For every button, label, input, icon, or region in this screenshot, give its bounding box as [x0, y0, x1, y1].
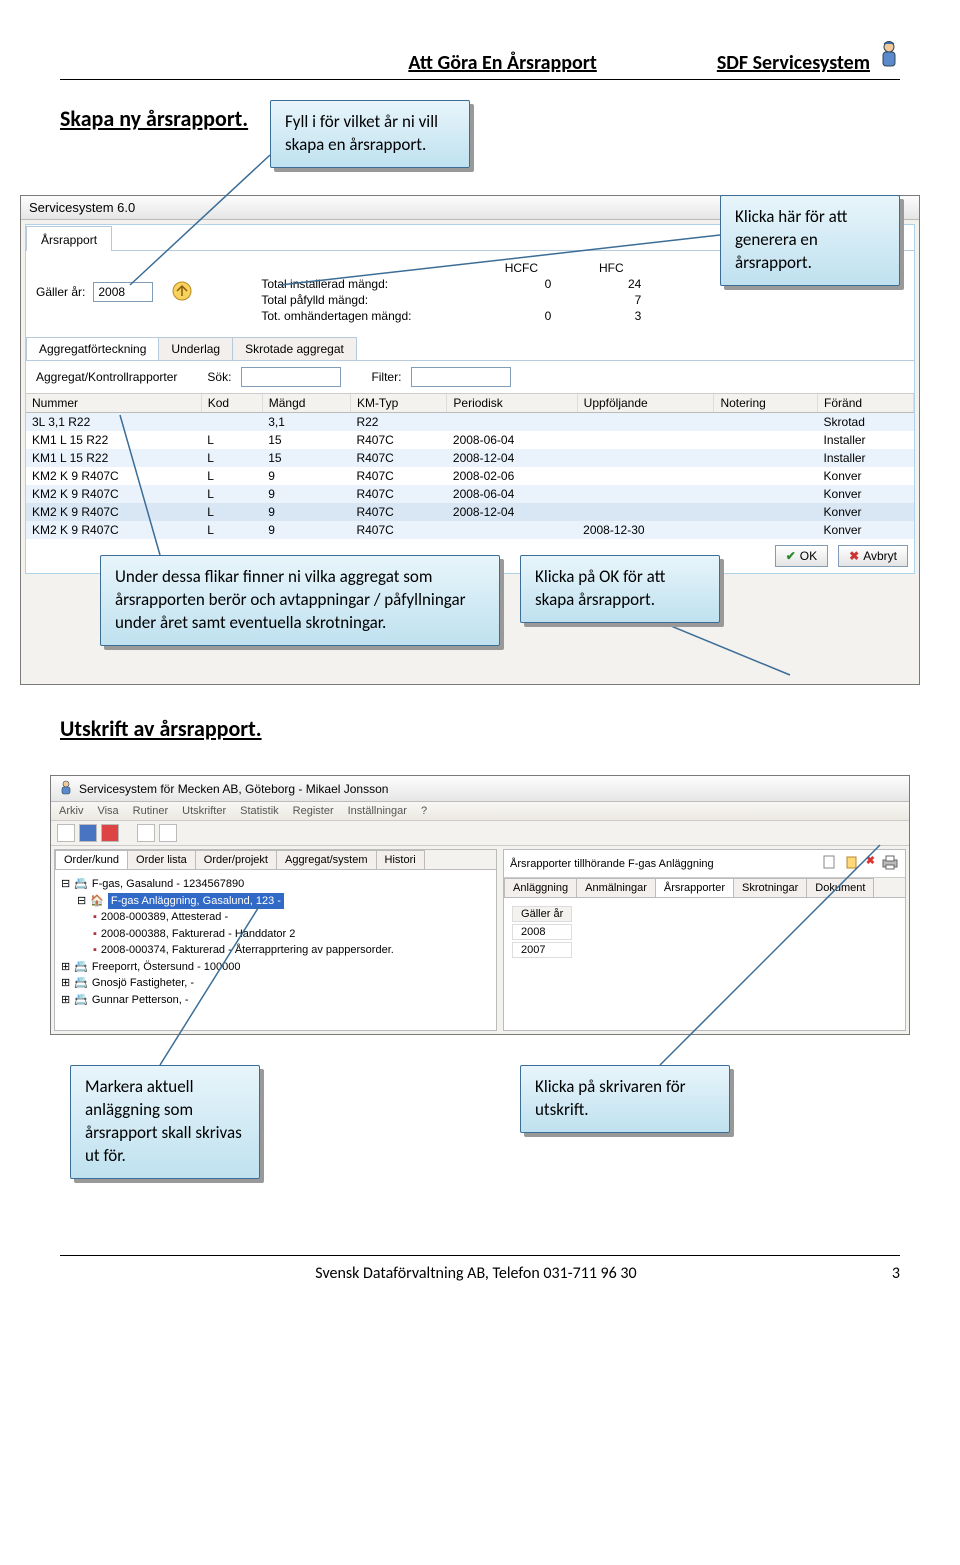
expand-icon[interactable]: ⊞	[61, 992, 70, 1009]
menu-item[interactable]: Arkiv	[59, 805, 83, 817]
table-row[interactable]: KM2 K 9 R407CL9R407C2008-12-04Konver	[26, 503, 914, 521]
search-label: Sök:	[207, 370, 231, 384]
header-title-right: SDF Servicesystem	[717, 51, 870, 75]
tool-icon-1[interactable]	[137, 824, 155, 842]
menu-item[interactable]: Utskrifter	[182, 805, 226, 817]
left-pane-tab[interactable]: Histori	[376, 850, 425, 869]
year-input[interactable]	[93, 282, 153, 302]
page-footer: Svensk Dataförvaltning AB, Telefon 031-7…	[60, 1255, 900, 1283]
menu-bar[interactable]: Arkiv Visa Rutiner Utskrifter Statistik Regis…	[51, 802, 909, 821]
menu-item[interactable]: Inställningar	[348, 805, 407, 817]
menu-item[interactable]: Rutiner	[133, 805, 168, 817]
new-icon[interactable]	[57, 824, 75, 842]
column-header[interactable]: Nummer	[26, 394, 201, 413]
page-header: Att Göra En Årsrapport SDF Servicesystem	[60, 40, 900, 80]
worker-icon	[878, 40, 900, 75]
tool-icon-2[interactable]	[159, 824, 177, 842]
right-pane-title: Årsrapporter tillhörande F-gas Anläggnin…	[510, 858, 714, 870]
search-input[interactable]	[241, 367, 341, 387]
folder-icon: 📇	[74, 959, 88, 976]
callout-mark-facility: Markera aktuell anläggning som årsrappor…	[70, 1065, 260, 1179]
table-row[interactable]: 3L 3,1 R223,1R22Skrotad	[26, 413, 914, 432]
header-title-left: Att Göra En Årsrapport	[408, 51, 597, 75]
tree-selected[interactable]: F-gas Anläggning, Gasalund, 123 -	[108, 893, 284, 910]
delete-icon[interactable]	[101, 824, 119, 842]
footer-text: Svensk Dataförvaltning AB, Telefon 031-7…	[315, 1264, 636, 1283]
right-pane-tab[interactable]: Anläggning	[504, 878, 577, 897]
table-row[interactable]: KM2 K 9 R407CL9R407C2008-12-30Konver	[26, 521, 914, 539]
cancel-button[interactable]: Avbryt	[838, 545, 908, 567]
subtab-aggregat[interactable]: Aggregatförteckning	[26, 337, 159, 360]
folder-icon: 📇	[74, 992, 88, 1009]
stats-grid: HCFC HFC Total installerad mängd: 0 24 T…	[261, 261, 641, 323]
folder-icon: 📇	[74, 876, 88, 893]
table-row[interactable]: KM2 K 9 R407CL9R407C2008-06-04Konver	[26, 485, 914, 503]
callout-generate: Klicka här för att generera en årsrappor…	[720, 195, 900, 286]
callout-tabs-info: Under dessa flikar finner ni vilka aggre…	[100, 555, 500, 646]
menu-item[interactable]: Statistik	[240, 805, 279, 817]
callout-fill-year: Fyll i för vilket år ni vill skapa en år…	[270, 100, 470, 168]
year-label: Gäller år:	[36, 285, 85, 299]
right-pane-tab[interactable]: Anmälningar	[576, 878, 656, 897]
table-row[interactable]: KM1 L 15 R22L15R407C2008-06-04Installer	[26, 431, 914, 449]
tab-arsrapport[interactable]: Årsrapport	[26, 226, 112, 251]
delete-icon-red[interactable]: ✖	[866, 854, 875, 873]
column-header[interactable]: Notering	[714, 394, 818, 413]
app-window-main: Servicesystem för Mecken AB, Göteborg - …	[50, 775, 910, 1035]
column-header[interactable]: Föränd	[818, 394, 914, 413]
building-icon: 🏠	[90, 893, 104, 910]
subtab-skrotade[interactable]: Skrotade aggregat	[232, 337, 357, 360]
right-pane-tab[interactable]: Dokument	[806, 878, 874, 897]
menu-item[interactable]: Register	[293, 805, 334, 817]
table-row[interactable]: KM1 L 15 R22L15R407C2008-12-04Installer	[26, 449, 914, 467]
column-header[interactable]: Mängd	[262, 394, 350, 413]
column-header[interactable]: Periodisk	[447, 394, 577, 413]
worker-icon-small	[59, 779, 73, 798]
left-pane-tab[interactable]: Aggregat/system	[276, 850, 377, 869]
section-title-print: Utskrift av årsrapport.	[60, 715, 900, 742]
menu-item[interactable]: ?	[421, 805, 427, 817]
subtab-underlag[interactable]: Underlag	[158, 337, 233, 360]
aggregat-label: Aggregat/Kontrollrapporter	[36, 370, 177, 384]
toolbar[interactable]	[51, 821, 909, 846]
ok-button[interactable]: OK	[775, 545, 828, 567]
expand-icon[interactable]: ⊞	[61, 959, 70, 976]
copy-icon[interactable]	[844, 854, 860, 873]
save-icon[interactable]	[79, 824, 97, 842]
aggregat-grid[interactable]: NummerKodMängdKM-TypPeriodiskUppföljande…	[26, 394, 914, 539]
doc-icon: ▪	[93, 942, 97, 959]
doc-icon: ▪	[93, 909, 97, 926]
section-title-create: Skapa ny årsrapport.	[60, 105, 900, 132]
callout-click-printer: Klicka på skrivaren för utskrift.	[520, 1065, 730, 1133]
expand-icon[interactable]: ⊞	[61, 975, 70, 992]
column-header[interactable]: Kod	[201, 394, 262, 413]
table-row[interactable]: KM2 K 9 R407CL9R407C2008-02-06Konver	[26, 467, 914, 485]
right-pane-tab[interactable]: Skrotningar	[733, 878, 807, 897]
new-doc-icon[interactable]	[822, 854, 838, 873]
callout-click-ok: Klicka på OK för att skapa årsrapport.	[520, 555, 720, 623]
left-pane-tab[interactable]: Order/projekt	[195, 850, 277, 869]
window-title-2: Servicesystem för Mecken AB, Göteborg - …	[79, 782, 388, 796]
filter-input[interactable]	[411, 367, 511, 387]
generate-icon[interactable]	[171, 280, 193, 305]
left-pane-tab[interactable]: Order/kund	[55, 850, 128, 869]
filter-label: Filter:	[371, 370, 401, 384]
arsrapport-list[interactable]: Gäller år 2008 2007	[510, 904, 574, 960]
column-header[interactable]: KM-Typ	[350, 394, 446, 413]
printer-icon[interactable]	[881, 854, 899, 873]
expand-icon[interactable]: ⊟	[61, 876, 70, 893]
left-pane-tab[interactable]: Order lista	[127, 850, 196, 869]
column-header[interactable]: Uppföljande	[577, 394, 714, 413]
menu-item[interactable]: Visa	[97, 805, 118, 817]
page-number: 3	[892, 1264, 900, 1283]
doc-icon: ▪	[93, 926, 97, 943]
customer-tree[interactable]: ⊟ 📇 F-gas, Gasalund - 1234567890 ⊟ 🏠 F-g…	[55, 870, 496, 1014]
expand-icon[interactable]: ⊟	[77, 893, 86, 910]
right-pane-tab[interactable]: Årsrapporter	[655, 878, 734, 897]
folder-icon: 📇	[74, 975, 88, 992]
